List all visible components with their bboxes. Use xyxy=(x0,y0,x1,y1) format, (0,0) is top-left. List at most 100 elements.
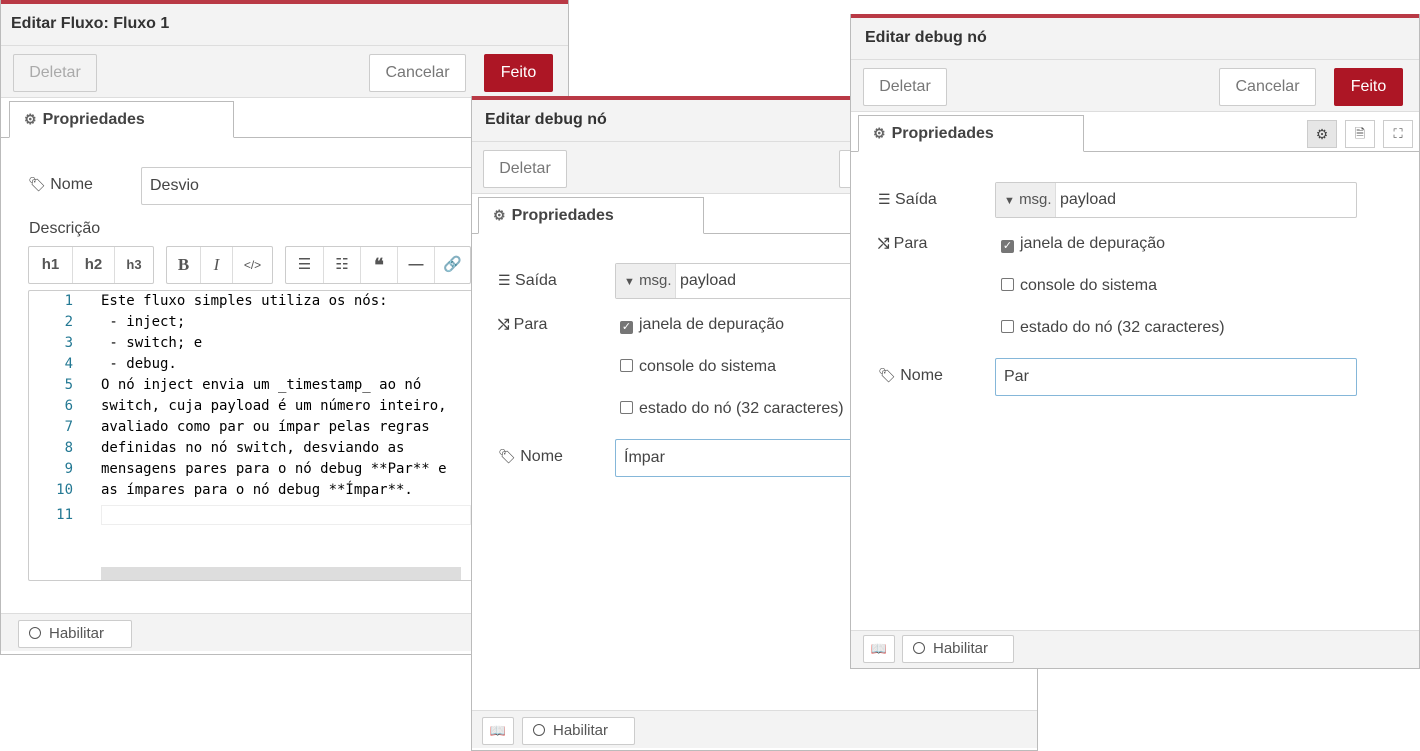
unordered-list-icon[interactable]: ☷ xyxy=(324,247,361,283)
gear-icon: ⚙ xyxy=(1315,126,1329,142)
tab-label: Propriedades xyxy=(891,125,994,142)
checkbox[interactable] xyxy=(620,359,633,372)
tray-title: Editar debug nó xyxy=(851,18,1419,60)
code-line: 8 definidas no nó switch, desviando as xyxy=(64,440,405,456)
checkbox-checked[interactable]: ✓ xyxy=(1001,240,1014,253)
tray-toolbar: Deletar Cancelar Feito xyxy=(851,60,1419,112)
msg-type-selector[interactable]: ▼ msg. xyxy=(996,183,1056,217)
h2-button[interactable]: h2 xyxy=(73,247,115,283)
done-button[interactable]: Feito xyxy=(484,54,553,92)
quote-icon[interactable]: ❝ xyxy=(361,247,398,283)
description-button[interactable]: 📖 xyxy=(482,717,514,745)
gear-icon: ⚙ xyxy=(24,111,37,127)
name-label: 🏷 Nome xyxy=(878,367,943,384)
code-line-active: 11 xyxy=(29,505,497,526)
name-field[interactable]: Par xyxy=(995,358,1357,396)
system-console-option[interactable]: console do sistema xyxy=(620,358,776,376)
debug-window-option[interactable]: ✓ janela de depuração xyxy=(620,316,784,334)
delete-button[interactable]: Deletar xyxy=(483,150,567,188)
code-line: 9 mensagens pares para o nó debug **Par**… xyxy=(64,461,447,477)
cancel-button[interactable]: Cancelar xyxy=(369,54,466,92)
tray-footer: 📖 Habilitar xyxy=(851,630,1419,668)
to-label: ⤭ Para xyxy=(498,316,548,333)
checkbox-checked[interactable]: ✓ xyxy=(620,321,633,334)
code-line: 5O nó inject envia um _timestamp_ ao nó xyxy=(64,377,422,393)
node-status-option[interactable]: estado do nó (32 caracteres) xyxy=(1001,319,1225,337)
node-status-option[interactable]: estado do nó (32 caracteres) xyxy=(620,400,844,418)
code-line: 7 avaliado como par ou ímpar pelas regras xyxy=(64,419,430,435)
name-label: 🏷 Nome xyxy=(28,176,93,193)
tab-properties[interactable]: ⚙ Propriedades xyxy=(9,101,234,138)
tab-properties[interactable]: ⚙ Propriedades xyxy=(478,197,704,234)
enable-toggle[interactable]: Habilitar xyxy=(522,717,635,745)
enable-toggle[interactable]: Habilitar xyxy=(902,635,1014,663)
code-line: 2 - inject; xyxy=(64,314,186,330)
circle-icon xyxy=(29,627,41,639)
italic-button[interactable]: I xyxy=(201,247,233,283)
list-icon: ☰ xyxy=(878,191,891,207)
horizontal-scrollbar[interactable] xyxy=(101,567,461,580)
output-property-field[interactable]: ▼ msg. payload xyxy=(615,263,875,299)
enable-toggle[interactable]: Habilitar xyxy=(18,620,132,648)
to-label: ⤭ Para xyxy=(878,235,928,252)
output-property-value: payload xyxy=(1060,191,1117,208)
h1-button[interactable]: h1 xyxy=(29,247,73,283)
file-icon: 🗎 xyxy=(1354,126,1366,141)
tab-label: Propriedades xyxy=(42,111,145,128)
system-console-option[interactable]: console do sistema xyxy=(1001,277,1157,295)
gear-icon: ⚙ xyxy=(493,207,506,223)
horizontal-rule-icon[interactable]: — xyxy=(398,247,435,283)
list-icon: ☰ xyxy=(498,272,511,288)
code-line: 1 Este fluxo simples utiliza os nós: xyxy=(64,293,388,309)
caret-down-icon: ▼ xyxy=(1004,195,1015,207)
code-line: 4 - debug. xyxy=(64,356,177,372)
circle-icon xyxy=(533,724,545,736)
shuffle-icon: ⤭ xyxy=(878,235,890,251)
ordered-list-icon[interactable]: ☰ xyxy=(286,247,324,283)
circle-icon xyxy=(913,642,925,654)
tab-appearance-button[interactable]: ⛶ xyxy=(1383,120,1413,148)
tray-footer: 📖 Habilitar xyxy=(472,710,1037,748)
gear-icon: ⚙ xyxy=(873,125,886,141)
description-label: Descrição xyxy=(29,220,101,237)
bold-button[interactable]: B xyxy=(167,247,201,283)
description-editor[interactable]: 1 Este fluxo simples utiliza os nós: 2 - … xyxy=(28,290,498,581)
code-line: 6 switch, cuja payload é um número inteir… xyxy=(64,398,447,414)
tag-icon: 🏷 xyxy=(878,367,896,383)
checkbox[interactable] xyxy=(1001,320,1014,333)
frame-icon: ⛶ xyxy=(1393,126,1403,141)
tray-toolbar: Deletar Cancelar Feito xyxy=(1,46,568,98)
delete-button[interactable]: Deletar xyxy=(13,54,97,92)
done-button[interactable]: Feito xyxy=(1334,68,1403,106)
name-label: 🏷 Nome xyxy=(498,448,563,465)
tag-icon: 🏷 xyxy=(28,176,46,192)
description-button[interactable]: 📖 xyxy=(863,635,895,663)
caret-down-icon: ▼ xyxy=(624,276,635,288)
tag-icon: 🏷 xyxy=(498,448,516,464)
output-property-field[interactable]: ▼ msg. payload xyxy=(995,182,1357,218)
tab-label: Propriedades xyxy=(511,207,614,224)
output-label: ☰ Saída xyxy=(498,272,557,289)
code-button[interactable]: </> xyxy=(233,247,272,283)
edit-debug-tray-par: Editar debug nó Deletar Cancelar Feito ⚙… xyxy=(850,14,1420,669)
tab-bar: ⚙ Propriedades ⚙ 🗎 ⛶ xyxy=(851,112,1419,152)
book-icon: 📖 xyxy=(489,723,507,738)
output-property-value: payload xyxy=(680,272,737,289)
code-line: 10 as ímpares para o nó debug **Ímpar**. xyxy=(56,482,413,498)
cancel-button[interactable]: Cancelar xyxy=(1219,68,1316,106)
delete-button[interactable]: Deletar xyxy=(863,68,947,106)
checkbox[interactable] xyxy=(620,401,633,414)
book-icon: 📖 xyxy=(870,641,888,656)
code-line: 3 - switch; e xyxy=(64,335,203,351)
tab-settings-button[interactable]: ⚙ xyxy=(1307,120,1337,148)
checkbox[interactable] xyxy=(1001,278,1014,291)
tray-title: Editar Fluxo: Fluxo 1 xyxy=(1,4,568,46)
debug-window-option[interactable]: ✓ janela de depuração xyxy=(1001,235,1165,253)
output-label: ☰ Saída xyxy=(878,191,937,208)
msg-type-selector[interactable]: ▼ msg. xyxy=(616,264,676,298)
link-icon[interactable]: 🔗 xyxy=(435,247,470,283)
h3-button[interactable]: h3 xyxy=(115,247,153,283)
tab-properties[interactable]: ⚙ Propriedades xyxy=(858,115,1084,152)
shuffle-icon: ⤭ xyxy=(498,316,510,332)
tab-description-button[interactable]: 🗎 xyxy=(1345,120,1375,148)
